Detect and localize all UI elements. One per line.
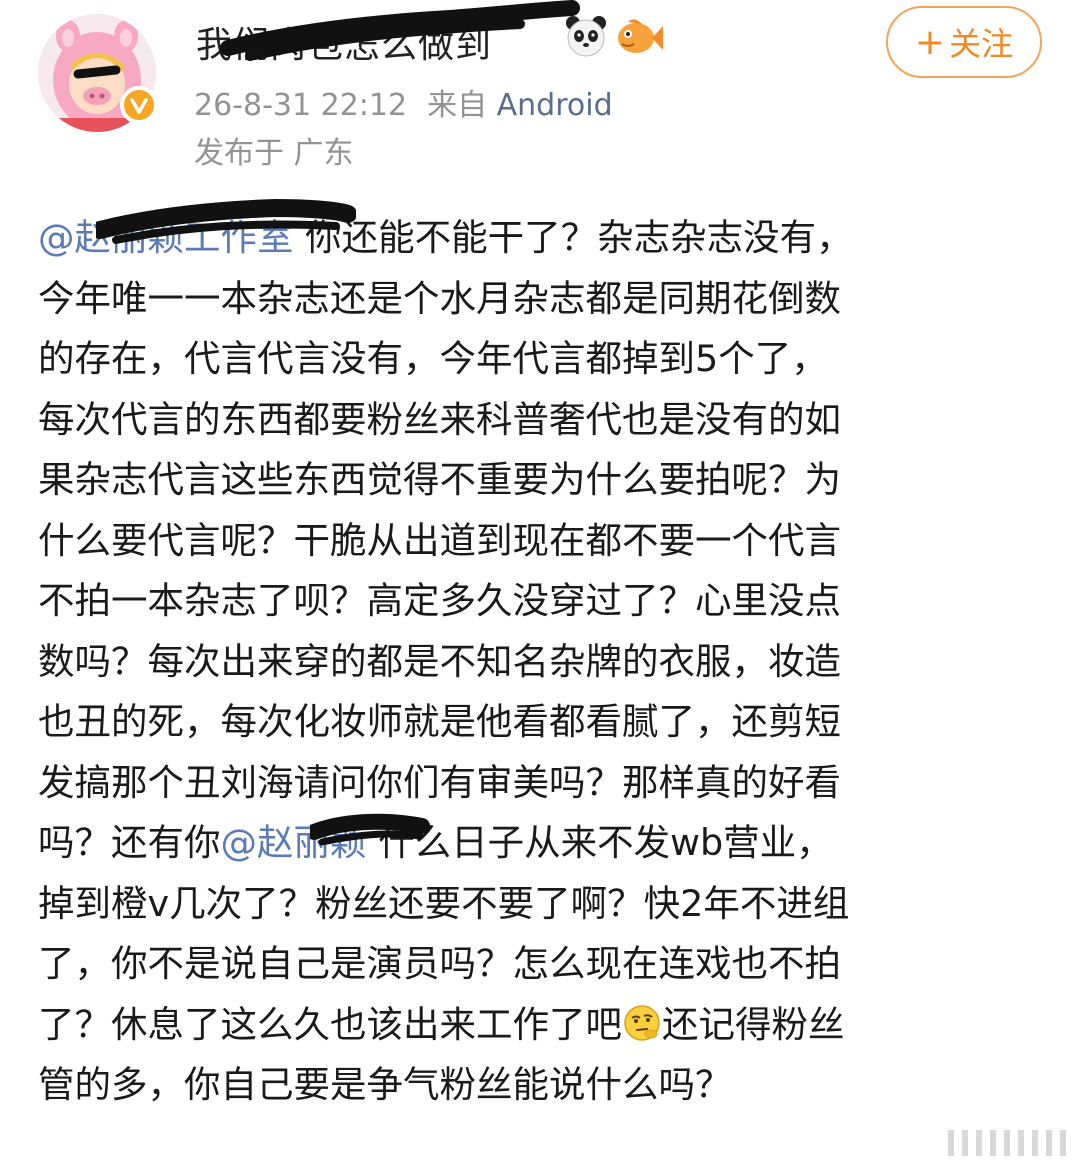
username[interactable]: 我们肉包怎么做到 bbox=[196, 16, 492, 68]
more-indicator bbox=[948, 1130, 1066, 1156]
post-text: 今年唯一一本杂志还是个水月杂志都是同期花倒数 bbox=[38, 276, 841, 320]
post-text: 什么要代言呢？干脆从出道到现在都不要一个代言 bbox=[38, 518, 841, 562]
post-line: 了？休息了这么久也该出来工作了吧 还记得粉丝 bbox=[38, 995, 1048, 1056]
follow-label: 关注 bbox=[949, 25, 1014, 63]
post-text: 发搞那个丑刘海请问你们有审美吗？那样真的好看 bbox=[38, 760, 841, 804]
post-line: 今年唯一一本杂志还是个水月杂志都是同期花倒数 bbox=[38, 269, 1048, 330]
post-line: 管的多，你自己要是争气粉丝能说什么吗？ bbox=[38, 1055, 1048, 1116]
post-text: 数吗？每次出来穿的都是不知名杂牌的衣服，妆造 bbox=[38, 639, 841, 683]
post-line: @赵丽颖工作室 你还能不能干了？杂志杂志没有， bbox=[38, 208, 1048, 269]
post-line: 掉到橙v几次了？粉丝还要不要了啊？快2年不进组 bbox=[38, 874, 1048, 935]
post-text: 每次代言的东西都要粉丝来科普奢代也是没有的如 bbox=[38, 397, 841, 441]
post-line: 了，你不是说自己是演员吗？怎么现在连戏也不拍 bbox=[38, 934, 1048, 995]
timestamp: 26-8-31 22:12 bbox=[194, 88, 408, 123]
post-text: 的存在，代言代言没有，今年代言都掉到5个了， bbox=[38, 337, 828, 380]
follow-button[interactable]: + 关注 bbox=[886, 6, 1042, 78]
verified-badge-icon bbox=[120, 86, 158, 124]
post-text: 了？休息了这么久也该出来工作了吧 bbox=[38, 1002, 622, 1046]
location: 发布于 广东 bbox=[194, 136, 354, 171]
post-text: 果杂志代言这些东西觉得不重要为什么要拍呢？为 bbox=[38, 458, 841, 501]
post-text: 吗？还有你 bbox=[38, 821, 221, 864]
post-line: 果杂志代言这些东西觉得不重要为什么要拍呢？为 bbox=[38, 450, 1048, 511]
post-text: 掉到橙v几次了？粉丝还要不要了啊？快2年不进组 bbox=[38, 881, 850, 925]
post-line: 吗？还有你@赵丽颖 什么日子从来不发wb营业， bbox=[38, 813, 1048, 874]
post-body: @赵丽颖工作室 你还能不能干了？杂志杂志没有， 今年唯一一本杂志还是个水月杂志都是… bbox=[38, 208, 1048, 1116]
post-text: 了，你不是说自己是演员吗？怎么现在连戏也不拍 bbox=[38, 942, 841, 985]
post-line: 发搞那个丑刘海请问你们有审美吗？那样真的好看 bbox=[38, 753, 1048, 814]
post-text: 还记得粉丝 bbox=[662, 1002, 845, 1046]
plus-icon: + bbox=[914, 21, 946, 63]
thinking-face-icon bbox=[622, 1001, 662, 1062]
mention-link[interactable]: @赵丽颖 bbox=[221, 821, 367, 864]
post-meta: 26-8-31 22:12 来自 Android bbox=[194, 80, 613, 124]
post-line: 也丑的死，每次化妆师就是他看都看腻了，还剪短 bbox=[38, 692, 1048, 753]
post-text: 不拍一本杂志了呗？高定多久没穿过了？心里没点 bbox=[38, 579, 841, 622]
source-link[interactable]: Android bbox=[497, 88, 613, 123]
post-text: 什么日子从来不发wb营业， bbox=[366, 821, 833, 864]
post-line: 每次代言的东西都要粉丝来科普奢代也是没有的如 bbox=[38, 390, 1048, 451]
post-line: 数吗？每次出来穿的都是不知名杂牌的衣服，妆造 bbox=[38, 632, 1048, 693]
post-text: 管的多，你自己要是争气粉丝能说什么吗？ bbox=[38, 1063, 732, 1106]
goldfish-icon bbox=[618, 19, 663, 53]
post-line: 什么要代言呢？干脆从出道到现在都不要一个代言 bbox=[38, 511, 1048, 572]
source-prefix: 来自 bbox=[427, 88, 488, 123]
post-text: 你还能不能干了？杂志杂志没有， bbox=[293, 216, 853, 259]
post-line: 不拍一本杂志了呗？高定多久没穿过了？心里没点 bbox=[38, 571, 1048, 632]
panda-icon bbox=[566, 16, 606, 57]
post-line: 的存在，代言代言没有，今年代言都掉到5个了， bbox=[38, 329, 1048, 390]
post-text: 也丑的死，每次化妆师就是他看都看腻了，还剪短 bbox=[38, 700, 841, 743]
mention-link[interactable]: @赵丽颖工作室 bbox=[38, 216, 294, 259]
